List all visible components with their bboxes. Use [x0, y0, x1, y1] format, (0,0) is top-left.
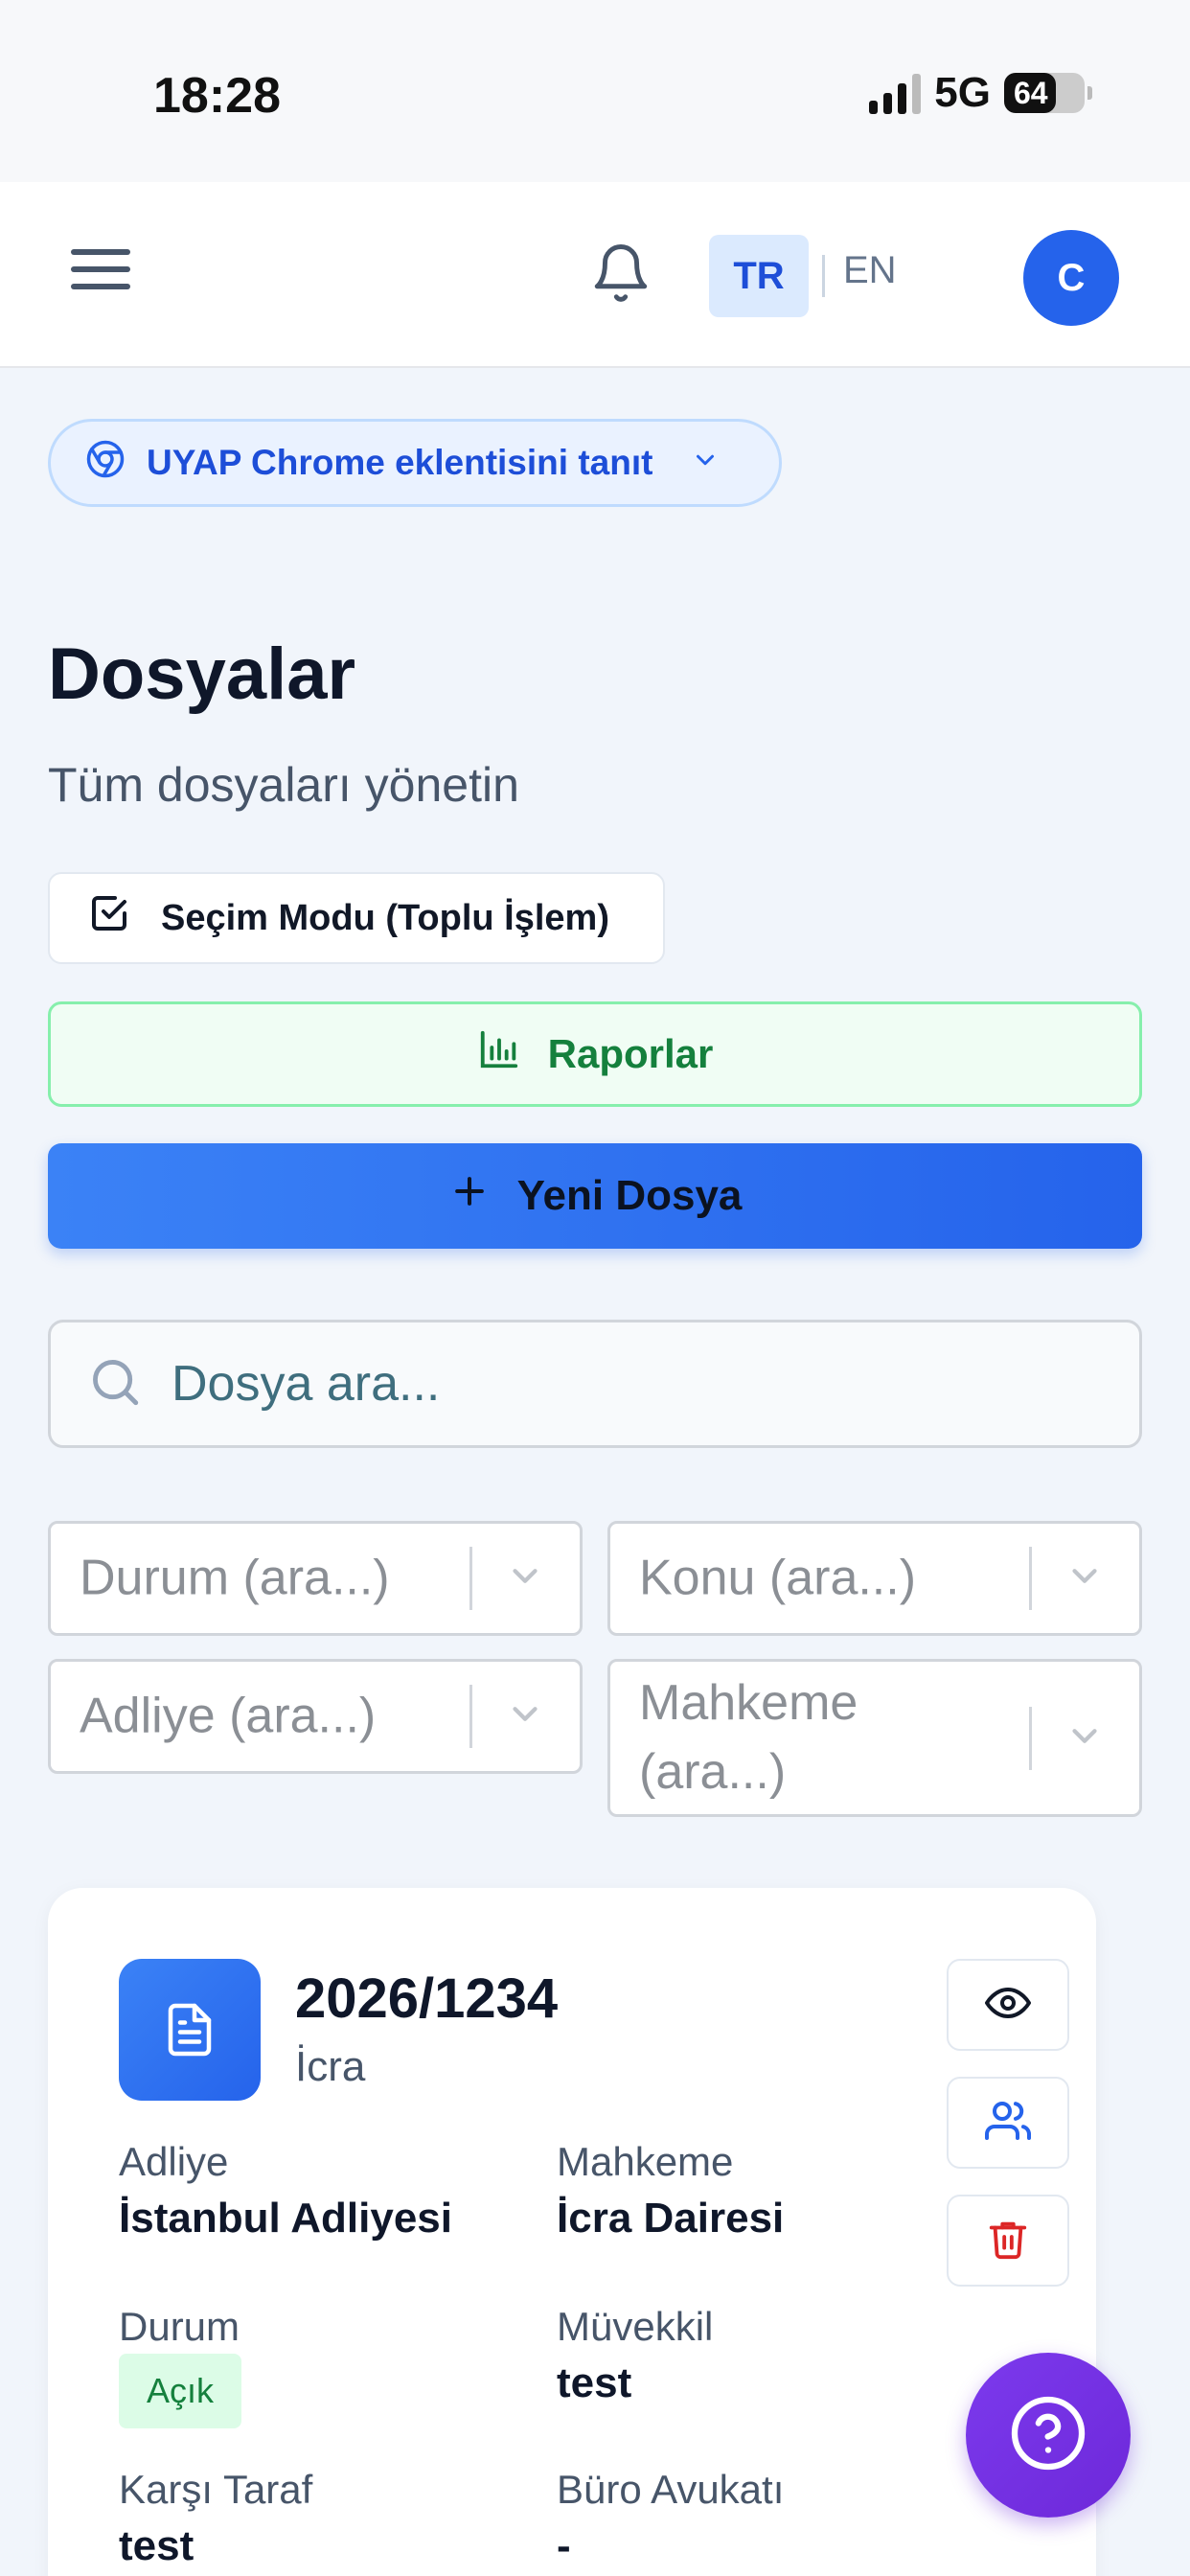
- search-box[interactable]: [48, 1320, 1142, 1448]
- file-card[interactable]: 2026/1234 İcra Adliye İstanbul Adliyesi …: [48, 1888, 1096, 2576]
- lawyer-label: Büro Avukatı: [557, 2467, 785, 2512]
- status-label: Durum: [119, 2304, 240, 2349]
- lang-tr-button[interactable]: TR: [709, 235, 809, 317]
- subject-filter[interactable]: Konu (ara...): [607, 1521, 1142, 1636]
- bar-chart-icon: [477, 1027, 521, 1081]
- user-avatar[interactable]: C: [1023, 230, 1119, 326]
- opponent-value: test: [119, 2522, 195, 2569]
- hamburger-menu-icon[interactable]: [71, 249, 130, 301]
- lang-en-button[interactable]: EN: [843, 249, 897, 292]
- chevron-down-icon: [691, 443, 720, 483]
- help-icon: [1008, 2393, 1088, 2478]
- chevron-down-icon: [1064, 1715, 1105, 1760]
- status-bar: 18:28 5G 64: [0, 0, 1190, 182]
- uyap-extension-label: UYAP Chrome eklentisini tanıt: [147, 443, 653, 482]
- new-file-button[interactable]: Yeni Dosya: [48, 1143, 1142, 1249]
- trash-icon: [986, 2217, 1030, 2266]
- new-file-label: Yeni Dosya: [516, 1172, 743, 1219]
- file-type: İcra: [295, 2043, 366, 2090]
- status-filter-placeholder: Durum (ara...): [80, 1550, 390, 1606]
- chevron-down-icon: [505, 1556, 545, 1601]
- courthouse-label: Adliye: [119, 2139, 229, 2184]
- status-badge: Açık: [119, 2354, 241, 2428]
- lang-divider: [822, 255, 825, 297]
- battery-icon: 64: [1004, 73, 1092, 113]
- file-number: 2026/1234: [295, 1967, 559, 2030]
- court-filter[interactable]: Mahkeme (ara...): [607, 1659, 1142, 1817]
- network-type: 5G: [934, 69, 991, 116]
- view-button[interactable]: [947, 1959, 1069, 2051]
- signal-icon: [869, 72, 922, 114]
- document-icon: [119, 1959, 261, 2101]
- court-filter-line2: (ara...): [639, 1744, 787, 1801]
- uyap-extension-toggle[interactable]: UYAP Chrome eklentisini tanıt: [48, 419, 782, 507]
- delete-button[interactable]: [947, 2195, 1069, 2287]
- reports-label: Raporlar: [547, 1031, 714, 1076]
- chrome-icon: [85, 439, 126, 488]
- search-input[interactable]: [172, 1355, 1034, 1413]
- battery-level: 64: [1014, 75, 1048, 110]
- status-indicators: 5G 64: [869, 69, 1092, 117]
- reports-button[interactable]: Raporlar: [48, 1001, 1142, 1107]
- help-button[interactable]: [966, 2353, 1131, 2518]
- selection-mode-button[interactable]: Seçim Modu (Toplu İşlem): [48, 872, 665, 964]
- page-subtitle: Tüm dosyaları yönetin: [48, 758, 519, 812]
- assign-users-button[interactable]: [947, 2077, 1069, 2169]
- courthouse-filter-placeholder: Adliye (ara...): [80, 1688, 377, 1744]
- selection-mode-label: Seçim Modu (Toplu İşlem): [161, 897, 609, 938]
- court-label: Mahkeme: [557, 2139, 734, 2184]
- status-time: 18:28: [153, 68, 281, 124]
- courthouse-filter[interactable]: Adliye (ara...): [48, 1659, 583, 1774]
- plus-icon: [448, 1170, 491, 1223]
- page-title: Dosyalar: [48, 633, 356, 715]
- search-icon: [87, 1354, 143, 1414]
- court-filter-line1: Mahkeme: [639, 1674, 858, 1731]
- status-filter[interactable]: Durum (ara...): [48, 1521, 583, 1636]
- chevron-down-icon: [505, 1694, 545, 1739]
- app-header: TR EN C: [0, 182, 1190, 368]
- lawyer-value: -: [557, 2522, 571, 2569]
- court-value: İcra Dairesi: [557, 2195, 785, 2242]
- client-value: test: [557, 2359, 632, 2406]
- chevron-down-icon: [1064, 1556, 1105, 1601]
- notification-bell-icon[interactable]: [589, 242, 652, 305]
- courthouse-value: İstanbul Adliyesi: [119, 2195, 453, 2242]
- opponent-label: Karşı Taraf: [119, 2467, 313, 2512]
- subject-filter-placeholder: Konu (ara...): [639, 1550, 917, 1606]
- users-icon: [985, 2098, 1032, 2149]
- court-filter-placeholder: Mahkeme (ara...): [639, 1668, 858, 1808]
- checkbox-icon: [86, 890, 132, 946]
- client-label: Müvekkil: [557, 2304, 714, 2349]
- eye-icon: [985, 1980, 1031, 2031]
